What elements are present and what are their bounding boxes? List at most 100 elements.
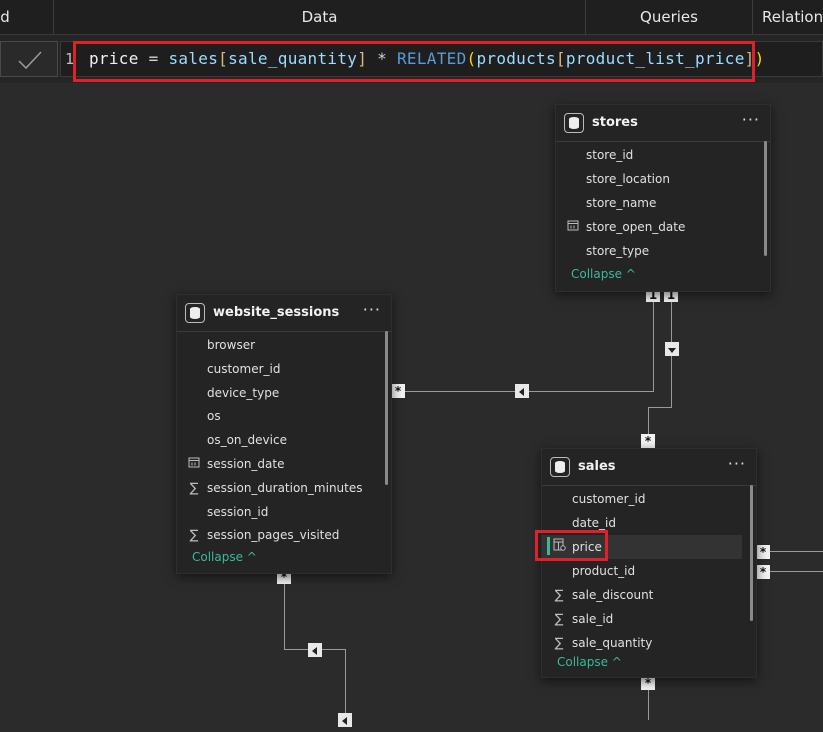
field-name: date_id bbox=[572, 516, 617, 530]
field-sale-quantity[interactable]: ∑ sale_quantity bbox=[542, 631, 742, 655]
table-card-website-sessions[interactable]: website_sessions ··· browser customer_idd… bbox=[176, 294, 392, 574]
relationship-line bbox=[648, 407, 649, 434]
scrollbar[interactable] bbox=[750, 485, 753, 621]
relationship-line bbox=[345, 649, 346, 720]
selected-field-indicator bbox=[547, 537, 550, 555]
formula-token: ( bbox=[466, 49, 477, 68]
scrollbar[interactable] bbox=[764, 141, 767, 256]
formula-expression[interactable]: price = sales[sale_quantity] * RELATED(p… bbox=[89, 42, 765, 76]
field-sale-id[interactable]: ∑ sale_id bbox=[542, 607, 742, 631]
field-name: device_type bbox=[207, 385, 280, 400]
sigma-icon: ∑ bbox=[189, 528, 199, 544]
field-name: browser bbox=[207, 338, 256, 352]
cardinality-many-marker: * bbox=[756, 545, 770, 559]
field-store-name[interactable]: store_name bbox=[556, 191, 756, 215]
field-browser[interactable]: browser bbox=[177, 333, 377, 357]
scrollbar[interactable] bbox=[385, 331, 388, 485]
formula-token: price bbox=[89, 49, 139, 68]
field-store-open-date[interactable]: store_open_date bbox=[556, 215, 756, 239]
filter-direction-left-icon bbox=[308, 643, 322, 657]
sigma-icon: ∑ bbox=[554, 612, 564, 627]
cardinality-many-marker: * bbox=[641, 434, 655, 448]
formula-bar: 1 price = sales[sale_quantity] * RELATED… bbox=[0, 35, 823, 83]
field-name: store_name bbox=[586, 196, 657, 210]
field-os[interactable]: os bbox=[177, 404, 377, 428]
checkmark-icon bbox=[18, 51, 42, 70]
table-icon bbox=[185, 303, 205, 323]
tab-separator bbox=[752, 0, 753, 34]
table-card-header[interactable]: website_sessions ··· bbox=[177, 295, 391, 332]
sigma-icon: ∑ bbox=[189, 480, 199, 496]
table-card-header[interactable]: stores ··· bbox=[556, 105, 770, 142]
calendar-icon bbox=[187, 452, 201, 476]
field-store-location[interactable]: store_location bbox=[556, 167, 756, 191]
relationship-line bbox=[653, 302, 654, 392]
field-os-on-device[interactable]: os_on_device bbox=[177, 428, 377, 452]
field-name: store_location bbox=[586, 172, 670, 186]
field-sale-discount[interactable]: ∑ sale_discount bbox=[542, 583, 742, 607]
field-customer-id[interactable]: customer_id bbox=[542, 487, 742, 511]
table-title: website_sessions bbox=[213, 305, 340, 320]
field-name: store_id bbox=[586, 148, 634, 162]
field-name: store_type bbox=[586, 244, 650, 258]
field-price[interactable]: price bbox=[542, 535, 742, 559]
field-name: customer_id bbox=[207, 361, 281, 376]
field-device-type[interactable]: device_type bbox=[177, 381, 377, 405]
field-session-id[interactable]: session_id bbox=[177, 500, 377, 524]
filter-direction-left-icon bbox=[515, 384, 529, 398]
filter-direction-left-icon bbox=[338, 713, 352, 727]
collapse-button[interactable]: Collapse ^ bbox=[192, 550, 257, 564]
field-name: os_on_device bbox=[207, 433, 287, 448]
more-options-icon[interactable]: ··· bbox=[728, 449, 746, 479]
formula-token: ) bbox=[754, 49, 765, 68]
tab-partial-left[interactable]: d bbox=[0, 0, 10, 34]
field-product-id[interactable]: product_id bbox=[542, 559, 742, 583]
formula-input[interactable]: 1 price = sales[sale_quantity] * RELATED… bbox=[60, 41, 823, 77]
field-store-id[interactable]: store_id bbox=[556, 143, 756, 167]
field-name: os bbox=[207, 409, 221, 424]
field-name: session_pages_visited bbox=[207, 528, 340, 543]
table-icon bbox=[550, 457, 570, 477]
tab-relationships[interactable]: Relation bbox=[762, 0, 823, 34]
formula-token: ] bbox=[744, 49, 755, 68]
more-options-icon[interactable]: ··· bbox=[742, 105, 760, 135]
formula-line-number: 1 bbox=[65, 50, 75, 68]
cardinality-many-marker: * bbox=[756, 565, 770, 579]
formula-token: ] bbox=[357, 49, 368, 68]
sigma-icon: ∑ bbox=[554, 636, 564, 651]
field-name: sale_discount bbox=[572, 588, 654, 602]
formula-token: product_list_price bbox=[565, 49, 745, 68]
sigma-icon: ∑ bbox=[554, 588, 564, 603]
formula-token: RELATED bbox=[396, 49, 467, 68]
table-title: stores bbox=[592, 115, 638, 130]
formula-token: sales bbox=[168, 49, 219, 68]
table-card-stores[interactable]: stores ··· store_id store_location store_n… bbox=[555, 104, 771, 292]
collapse-button[interactable]: Collapse ^ bbox=[557, 655, 622, 669]
field-name: customer_id bbox=[572, 492, 646, 506]
field-session-duration-minutes[interactable]: ∑ session_duration_minutes bbox=[177, 476, 377, 500]
field-name: price bbox=[572, 540, 602, 554]
filter-direction-down-icon bbox=[665, 342, 679, 356]
field-name: product_id bbox=[572, 564, 636, 578]
tab-data[interactable]: Data bbox=[54, 0, 585, 34]
relationship-line bbox=[770, 571, 823, 572]
table-icon bbox=[564, 113, 584, 133]
tab-queries[interactable]: Queries bbox=[586, 0, 752, 34]
field-customer-id[interactable]: customer_id bbox=[177, 357, 377, 381]
more-options-icon[interactable]: ··· bbox=[363, 295, 381, 325]
table-card-header[interactable]: sales ··· bbox=[542, 449, 756, 486]
field-name: sale_quantity bbox=[572, 636, 653, 650]
calendar-icon bbox=[566, 215, 580, 239]
top-tab-bar: d Data Queries Relation bbox=[0, 0, 823, 35]
commit-button[interactable] bbox=[0, 41, 58, 77]
formula-token: sale_quantity bbox=[228, 49, 358, 68]
field-session-pages-visited[interactable]: ∑ session_pages_visited bbox=[177, 523, 377, 547]
relationship-line bbox=[770, 551, 823, 552]
field-store-type[interactable]: store_type bbox=[556, 239, 756, 263]
cardinality-many-marker: * bbox=[391, 384, 405, 398]
calculated-column-icon bbox=[552, 535, 566, 559]
field-session-date[interactable]: session_date bbox=[177, 452, 377, 476]
collapse-button[interactable]: Collapse ^ bbox=[571, 267, 636, 281]
field-date-id[interactable]: date_id bbox=[542, 511, 742, 535]
table-card-sales[interactable]: sales ··· customer_id date_idprice product… bbox=[541, 448, 757, 678]
